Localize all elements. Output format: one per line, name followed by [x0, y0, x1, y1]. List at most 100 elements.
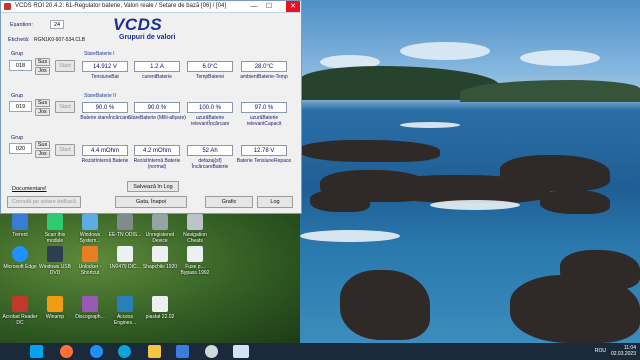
- close-button[interactable]: ✕: [286, 1, 300, 12]
- value-field: 28.0°C: [241, 61, 287, 72]
- document-icon: [152, 296, 168, 312]
- desktop-icon[interactable]: Windows System...: [72, 214, 108, 244]
- desktop-icon[interactable]: Access Engines...: [107, 296, 143, 326]
- value-field: 90.0 %: [134, 102, 180, 113]
- value-caption: StareBaterie (Milli-afișare): [128, 115, 186, 121]
- minimize-button[interactable]: —: [247, 1, 261, 12]
- desktop-icon[interactable]: EE-TN ODIS...: [107, 214, 143, 238]
- desktop-icon[interactable]: Shapchiki 1920: [142, 246, 178, 270]
- group-up-button[interactable]: Sus: [35, 141, 50, 149]
- log-button[interactable]: Log: [257, 196, 293, 208]
- edge-icon[interactable]: [118, 345, 131, 358]
- taskbar: ROU 11:04 02.03.2023: [0, 343, 640, 360]
- value-caption: ambientBaterie-Temp: [240, 74, 288, 80]
- group-down-button[interactable]: Jos: [35, 150, 50, 158]
- desktop-icon[interactable]: Unregistered Device: [142, 214, 178, 244]
- value-caption: Baterie stareÎncărcare: [80, 115, 130, 121]
- file-explorer-icon[interactable]: [148, 345, 161, 358]
- app-logo-title: VCDS: [113, 15, 163, 34]
- documentation-link[interactable]: Documentare!: [12, 186, 47, 192]
- value-field: 100.0 %: [187, 102, 233, 113]
- clock-date: 02.03.2023: [610, 351, 636, 357]
- eticheta-value: RGN1K0-907-534.CLB: [34, 37, 86, 43]
- device-icon: [152, 214, 168, 230]
- group-number-input[interactable]: 018: [9, 60, 32, 71]
- value-caption: RezistInternă Baterie: [81, 158, 129, 164]
- desktop-icon[interactable]: Discograph...: [72, 296, 108, 320]
- graph-button[interactable]: Grafic: [205, 196, 253, 208]
- ie-icon[interactable]: [90, 345, 103, 358]
- edge-icon: [12, 246, 28, 262]
- page-subtitle: Grupuri de valori: [119, 34, 176, 41]
- acrobat-icon: [12, 296, 28, 312]
- odis-icon: [117, 214, 133, 230]
- desktop-icon[interactable]: Winamp: [37, 296, 73, 320]
- desktop-icon[interactable]: Fuse p... Bypass 1992: [177, 246, 213, 276]
- desktop-icon[interactable]: Microsoft Edge: [2, 246, 38, 270]
- value-caption: Baterie TensiuneRepaos: [236, 158, 292, 164]
- value-field: 52 Ah: [187, 145, 233, 156]
- value-caption: uzurăBaterie relevantCapacit: [246, 115, 282, 127]
- vcds-app-icon: [4, 3, 11, 10]
- desktop-icon[interactable]: Scan this module: [37, 214, 73, 244]
- value-caption: defazaj(sf) ÎncărcareBaterie: [191, 158, 229, 170]
- group-label: Grup: [11, 135, 24, 141]
- esantion-label: Eșantion:: [10, 22, 33, 28]
- window-titlebar[interactable]: VCDS ROI 20.4.2: 61-Regulator baterie, V…: [1, 1, 301, 13]
- document-icon: [187, 246, 203, 262]
- desktop-icon[interactable]: Windows USB DVD: [37, 246, 73, 276]
- group-up-button[interactable]: Sus: [35, 99, 50, 107]
- esantion-value: 24: [50, 20, 64, 29]
- clock[interactable]: 11:04 02.03.2023: [611, 345, 636, 357]
- value-caption: uzurăBaterie relevantÎncărcare: [190, 115, 230, 127]
- desktop-icon[interactable]: 1N0479 DIC...: [107, 246, 143, 270]
- group-number-input[interactable]: 020: [9, 143, 32, 154]
- value-caption: RezistInternă Baterie (normal): [133, 158, 181, 170]
- value-caption: TempBaterei: [195, 74, 225, 80]
- value-field: 97.0 %: [241, 102, 287, 113]
- language-indicator[interactable]: ROU: [595, 348, 606, 354]
- windows-system-icon: [82, 214, 98, 230]
- vcds-window: VCDS ROI 20.4.2: 61-Regulator baterie, V…: [0, 0, 302, 214]
- desktop-icon[interactable]: Unlocker - Shortcut: [72, 246, 108, 276]
- desktop-icon[interactable]: Navigation Cheats: [177, 214, 213, 244]
- windows-start-icon[interactable]: [30, 345, 43, 358]
- app-icon: [117, 296, 133, 312]
- group-up-button[interactable]: Sus: [35, 58, 50, 66]
- group-start-button[interactable]: Start: [55, 60, 75, 72]
- group-label: Grup: [11, 51, 24, 57]
- value-field: 6.0°C: [187, 61, 233, 72]
- value-field: 14.912 V: [82, 61, 128, 72]
- save-to-log-button[interactable]: Salvează în Log: [127, 181, 179, 192]
- desktop-icon[interactable]: Acrobat Reader DC: [2, 296, 38, 326]
- desktop-icon[interactable]: piastat 22.02: [142, 296, 178, 320]
- firefox-icon[interactable]: [60, 345, 73, 358]
- store-icon[interactable]: [176, 345, 189, 358]
- usb-dvd-icon: [47, 246, 63, 262]
- desktop-icon[interactable]: Torrent: [2, 214, 38, 238]
- group-start-button[interactable]: Start: [55, 144, 75, 156]
- value-field: 90.0 %: [82, 102, 128, 113]
- eticheta-label: Etichetă:: [8, 37, 30, 43]
- value-caption: TensiuneBat: [91, 74, 119, 80]
- vcds-taskbar-icon[interactable]: [233, 345, 249, 358]
- done-back-button[interactable]: Gata, Înapoi: [115, 196, 187, 208]
- maximize-button[interactable]: ☐: [262, 1, 276, 12]
- switch-basic-setting-button[interactable]: Comută pe setare deBază: [7, 196, 81, 208]
- value-field: 4.4 mOhm: [82, 145, 128, 156]
- window-title: VCDS ROI 20.4.2: 61-Regulator baterie, V…: [15, 3, 227, 9]
- value-field: 4.2 mOhm: [134, 145, 180, 156]
- app-icon[interactable]: [205, 345, 218, 358]
- document-icon: [152, 246, 168, 262]
- group-number-input[interactable]: 019: [9, 101, 32, 112]
- group-label: Grup: [11, 93, 24, 99]
- scan-module-icon: [47, 214, 63, 230]
- app-icon: [82, 296, 98, 312]
- group-title: StareBaterie II: [84, 93, 116, 99]
- group-start-button[interactable]: Start: [55, 101, 75, 113]
- group-down-button[interactable]: Jos: [35, 108, 50, 116]
- unlocker-icon: [82, 246, 98, 262]
- value-field: 1.2 A: [134, 61, 180, 72]
- group-down-button[interactable]: Jos: [35, 67, 50, 75]
- group-title: StareBaterie I: [84, 51, 115, 57]
